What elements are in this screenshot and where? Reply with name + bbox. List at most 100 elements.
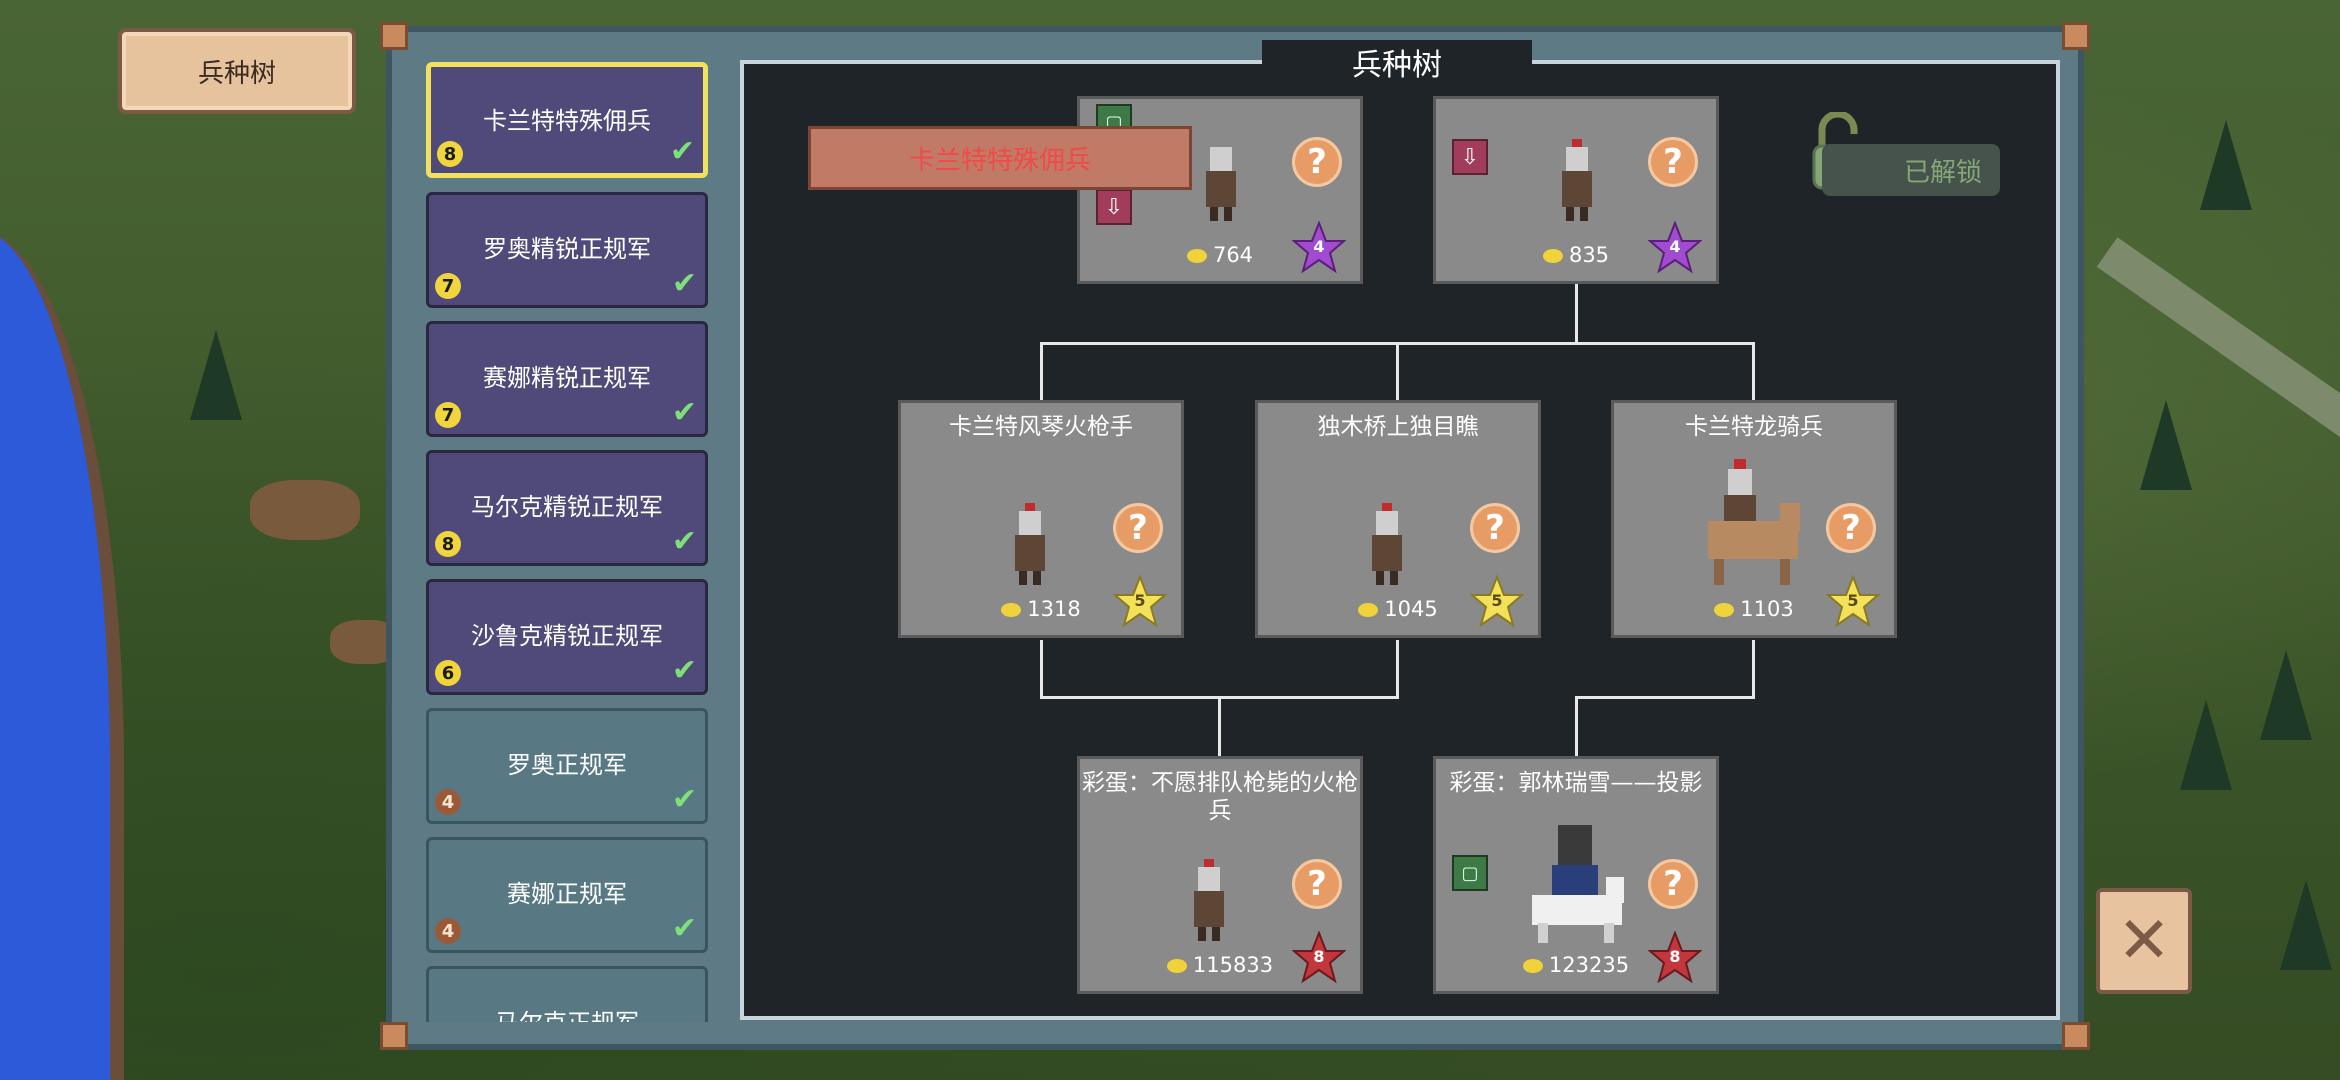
check-icon: ✔ <box>671 782 697 817</box>
tree-connector <box>1575 696 1755 699</box>
unit-list-item[interactable]: 赛娜正规军 4 ✔ <box>426 837 708 953</box>
coin-icon <box>1522 959 1543 973</box>
star-rank-value: 5 <box>1491 591 1503 610</box>
unit-name: 卡兰特特殊佣兵 <box>483 107 651 135</box>
unit-node[interactable]: 彩蛋：郭林瑞雪——投影 ▢ ? 123235 8 <box>1433 756 1719 994</box>
tree-connector <box>1218 696 1221 756</box>
close-icon: ✕ <box>2117 904 2171 978</box>
check-icon: ✔ <box>669 134 695 169</box>
star-rank-icon: 5 <box>1469 574 1525 629</box>
question-mark-icon[interactable]: ? <box>1648 859 1698 909</box>
unit-node[interactable]: 独木桥上独目瞧 ? 1045 5 <box>1255 400 1541 638</box>
unit-node[interactable]: ⇩ ? 835 4 <box>1433 96 1719 284</box>
tier-badge: 7 <box>435 402 461 428</box>
down-arrow-icon[interactable]: ⇩ <box>1096 189 1132 225</box>
cost-value: 1045 <box>1384 597 1438 621</box>
check-icon: ✔ <box>671 653 697 688</box>
check-icon: ✔ <box>671 395 697 430</box>
river <box>0 230 124 1080</box>
frame-corner <box>2062 22 2090 50</box>
tier-badge: 4 <box>435 789 461 815</box>
question-mark-icon[interactable]: ? <box>1292 859 1342 909</box>
road <box>2096 237 2340 439</box>
tree <box>2180 700 2232 790</box>
tier-badge: 6 <box>435 660 461 686</box>
star-rank-icon: 4 <box>1291 220 1347 275</box>
coin-icon <box>1542 249 1563 263</box>
question-mark-icon[interactable]: ? <box>1470 503 1520 553</box>
unit-list-sidebar[interactable]: 卡兰特特殊佣兵 8 ✔ 罗奥精锐正规军 7 ✔ 赛娜精锐正规军 7 ✔ 马尔克精… <box>420 58 720 1022</box>
question-mark-icon[interactable]: ? <box>1826 503 1876 553</box>
star-rank-icon: 8 <box>1647 930 1703 985</box>
cost-value: 764 <box>1212 243 1254 267</box>
tree-connector <box>1040 640 1043 698</box>
unit-list-item[interactable]: 马尔克正规军 <box>426 966 708 1022</box>
hooded-rider-sprite <box>1532 825 1624 943</box>
tree <box>2140 400 2192 490</box>
question-mark-icon[interactable]: ? <box>1648 137 1698 187</box>
panel-title: 兵种树 <box>1262 40 1532 84</box>
unit-node-name: 彩蛋：郭林瑞雪——投影 <box>1449 770 1703 796</box>
tree-connector <box>1575 284 1578 344</box>
unit-list-item[interactable]: 罗奥精锐正规军 7 ✔ <box>426 192 708 308</box>
unit-list-item[interactable]: 沙鲁克精锐正规军 6 ✔ <box>426 579 708 695</box>
tier-badge: 8 <box>437 141 463 167</box>
soldier-sprite <box>1194 859 1224 941</box>
star-rank-icon: 4 <box>1647 220 1703 275</box>
soldier-sprite <box>1206 147 1236 221</box>
question-mark-icon[interactable]: ? <box>1113 503 1163 553</box>
unit-node[interactable]: 卡兰特风琴火枪手 ? 1318 5 <box>898 400 1184 638</box>
frame-corner <box>380 22 408 50</box>
unit-name: 罗奥精锐正规军 <box>483 235 651 263</box>
unit-list-item[interactable]: 赛娜精锐正规军 7 ✔ <box>426 321 708 437</box>
tree-connector <box>1752 342 1755 402</box>
cost-value: 123235 <box>1548 953 1630 977</box>
coin-icon <box>1186 249 1207 263</box>
unit-name: 赛娜精锐正规军 <box>483 364 651 392</box>
coin-icon <box>1001 603 1022 617</box>
star-rank-icon: 5 <box>1825 574 1881 629</box>
star-rank-value: 5 <box>1847 591 1859 610</box>
unit-name: 沙鲁克精锐正规军 <box>471 622 663 650</box>
tree-connector <box>1575 696 1578 756</box>
equip-icon[interactable]: ▢ <box>1452 855 1488 891</box>
frame-corner <box>380 1022 408 1050</box>
unit-name: 罗奥正规军 <box>507 751 627 779</box>
unit-list-item[interactable]: 卡兰特特殊佣兵 8 ✔ <box>426 62 708 178</box>
tree <box>2200 120 2252 210</box>
check-icon: ✔ <box>671 524 697 559</box>
check-icon: ✔ <box>671 911 697 946</box>
cost-value: 115833 <box>1192 953 1274 977</box>
unit-node-name: 彩蛋：不愿排队枪毙的火枪兵 <box>1082 770 1358 824</box>
coin-icon <box>1358 603 1379 617</box>
tree <box>2260 650 2312 740</box>
unit-node[interactable]: 彩蛋：不愿排队枪毙的火枪兵 ? 115833 8 <box>1077 756 1363 994</box>
close-button[interactable]: ✕ <box>2096 888 2192 994</box>
star-rank-value: 8 <box>1313 947 1325 966</box>
unit-node-name: 卡兰特龙骑兵 <box>1685 414 1823 440</box>
unit-tree-tab-button[interactable]: 兵种树 <box>118 28 356 114</box>
coin-icon <box>1714 603 1735 617</box>
star-rank-value: 8 <box>1669 947 1681 966</box>
soldier-sprite <box>1372 503 1402 585</box>
cavalry-sprite <box>1708 459 1800 585</box>
unit-node-name: 独木桥上独目瞧 <box>1317 414 1479 440</box>
selected-unit-banner: 卡兰特特殊佣兵 <box>808 126 1192 190</box>
cost-value: 1103 <box>1740 597 1794 621</box>
tier-badge: 8 <box>435 531 461 557</box>
question-mark-icon[interactable]: ? <box>1292 137 1342 187</box>
star-rank-value: 5 <box>1134 591 1146 610</box>
tier-badge: 7 <box>435 273 461 299</box>
unit-list-item[interactable]: 马尔克精锐正规军 8 ✔ <box>426 450 708 566</box>
check-icon: ✔ <box>671 266 697 301</box>
soldier-sprite <box>1562 139 1592 221</box>
tier-badge: 4 <box>435 918 461 944</box>
tree-connector <box>1396 640 1399 698</box>
tree-connector <box>1040 342 1043 402</box>
unit-list-item[interactable]: 罗奥正规军 4 ✔ <box>426 708 708 824</box>
unit-node[interactable]: 卡兰特龙骑兵 ? 1103 5 <box>1611 400 1897 638</box>
star-rank-icon: 5 <box>1112 574 1168 629</box>
tree <box>190 330 242 420</box>
down-arrow-icon[interactable]: ⇩ <box>1452 139 1488 175</box>
dirt-patch <box>250 480 360 540</box>
